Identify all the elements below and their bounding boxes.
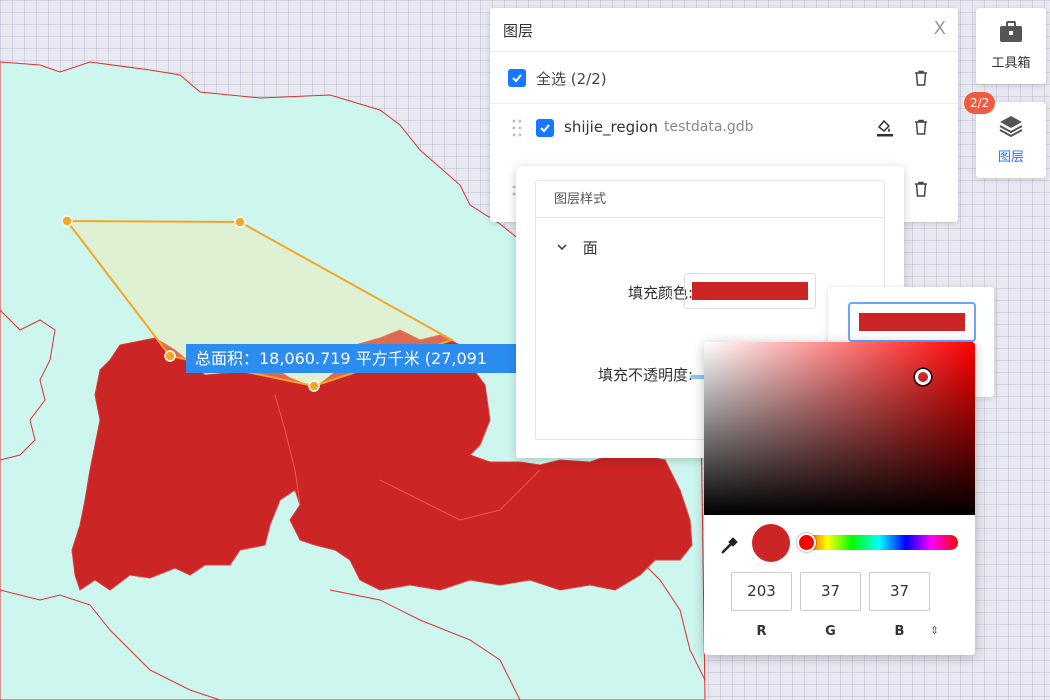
color-input-swatch (859, 313, 965, 331)
section-toggle[interactable]: 面 (556, 237, 598, 258)
toolbox-icon (1000, 21, 1022, 42)
blue-label: B (894, 624, 905, 639)
chevron-down-icon (557, 244, 567, 251)
color-picker: 203 37 37 R G B ⇕ (704, 342, 975, 655)
layer-checkbox[interactable] (536, 119, 554, 137)
layers-count-badge: 2/2 (964, 92, 996, 114)
select-all-label: 全选 (2/2) (536, 70, 607, 88)
eyedropper-icon[interactable] (720, 535, 740, 555)
green-input[interactable]: 37 (800, 572, 861, 611)
fill-opacity-label: 填充不透明度: (597, 366, 693, 384)
measure-area-label: 总面积：18,060.719 平方千米 (27,091 (186, 344, 516, 373)
measure-vertex[interactable] (61, 215, 73, 227)
fill-color-field[interactable] (684, 273, 816, 309)
blue-input[interactable]: 37 (869, 572, 930, 611)
layer-row[interactable]: shijie_region testdata.gdb (490, 104, 958, 152)
fill-color-swatch (692, 282, 808, 300)
red-input[interactable]: 203 (731, 572, 792, 611)
panel-header: 图层 X (490, 8, 958, 52)
toolbox-button[interactable]: 工具箱 (976, 8, 1046, 84)
close-icon[interactable]: X (934, 18, 946, 40)
trash-icon[interactable] (912, 69, 930, 87)
trash-icon[interactable] (912, 118, 930, 136)
saturation-value-area[interactable] (704, 342, 975, 515)
measure-vertex[interactable] (164, 350, 176, 362)
select-all-row: 全选 (2/2) (490, 52, 958, 104)
green-label: G (825, 624, 836, 639)
color-preview (752, 524, 790, 562)
style-title: 图层样式 (536, 181, 884, 218)
mode-toggle-icon[interactable]: ⇕ (930, 624, 939, 637)
measure-vertex[interactable] (308, 380, 320, 392)
section-label: 面 (582, 239, 598, 257)
red-label: R (756, 624, 767, 639)
sv-cursor[interactable] (915, 369, 931, 385)
select-all-checkbox[interactable] (508, 69, 526, 87)
layer-name: shijie_region (564, 118, 658, 136)
toolbox-label: 工具箱 (991, 56, 1031, 71)
layers-label: 图层 (997, 150, 1024, 165)
measure-vertex[interactable] (234, 216, 246, 228)
hue-slider-thumb[interactable] (797, 533, 816, 552)
color-input[interactable] (848, 302, 976, 342)
paint-bucket-icon[interactable] (874, 116, 896, 138)
panel-title: 图层 (503, 22, 534, 40)
trash-icon[interactable] (912, 180, 930, 198)
drag-handle-icon[interactable] (512, 118, 522, 138)
layers-icon (999, 116, 1023, 138)
layer-source: testdata.gdb (664, 119, 754, 135)
hue-slider[interactable] (800, 535, 958, 550)
